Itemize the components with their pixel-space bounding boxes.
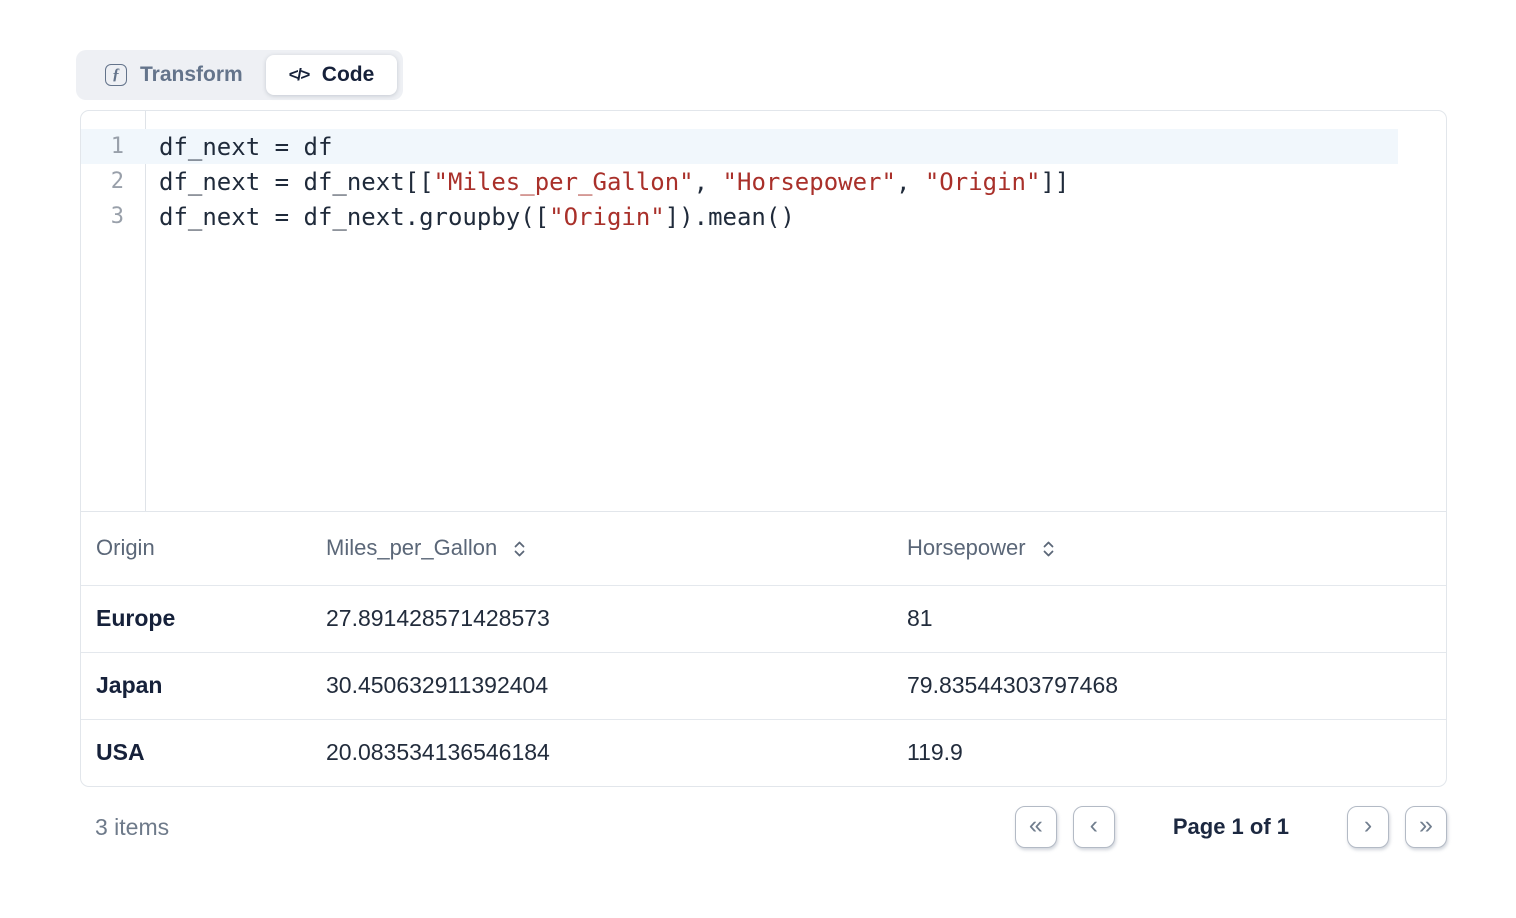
code-text: df_next = df	[146, 133, 332, 161]
code-icon: </>	[289, 65, 309, 85]
prev-page-button[interactable]: ‹	[1073, 806, 1115, 848]
tab-code[interactable]: </> Code	[266, 55, 398, 95]
tab-bar: ƒ Transform </> Code	[76, 50, 403, 100]
value-cell: 20.083534136546184	[311, 719, 892, 786]
first-page-button[interactable]: «	[1015, 806, 1057, 848]
tab-transform[interactable]: ƒ Transform	[82, 55, 266, 95]
code-text: df_next = df_next.groupby(["Origin"]).me…	[146, 203, 795, 231]
table-body: Europe27.89142857142857381Japan30.450632…	[81, 585, 1446, 786]
last-page-button[interactable]: »	[1405, 806, 1447, 848]
sort-icon[interactable]	[512, 540, 527, 558]
result-table: Origin Miles_per_Gallon	[81, 512, 1446, 786]
code-line[interactable]: 3df_next = df_next.groupby(["Origin"]).m…	[81, 199, 1446, 234]
double-chevron-right-icon: »	[1419, 813, 1433, 842]
tab-transform-label: Transform	[140, 63, 243, 87]
next-page-button[interactable]: ›	[1347, 806, 1389, 848]
line-number: 3	[81, 204, 146, 229]
value-cell: 81	[892, 585, 1446, 652]
tab-code-label: Code	[322, 63, 375, 87]
code-editor[interactable]: 1df_next = df2df_next = df_next[["Miles_…	[81, 111, 1446, 512]
table-row: Japan30.45063291139240479.83544303797468	[81, 652, 1446, 719]
items-count: 3 items	[80, 814, 169, 841]
code-line[interactable]: 1df_next = df	[81, 129, 1398, 164]
function-icon: ƒ	[105, 64, 127, 86]
origin-cell: Japan	[81, 652, 311, 719]
code-lines: 1df_next = df2df_next = df_next[["Miles_…	[81, 129, 1446, 234]
column-label: Origin	[96, 535, 155, 561]
value-cell: 119.9	[892, 719, 1446, 786]
line-number: 2	[81, 169, 146, 194]
double-chevron-left-icon: «	[1029, 813, 1043, 842]
column-header-origin: Origin	[81, 512, 311, 585]
table-row: Europe27.89142857142857381	[81, 585, 1446, 652]
code-text: df_next = df_next[["Miles_per_Gallon", "…	[146, 168, 1069, 196]
table-header-row: Origin Miles_per_Gallon	[81, 512, 1446, 585]
code-line[interactable]: 2df_next = df_next[["Miles_per_Gallon", …	[81, 164, 1446, 199]
chevron-right-icon: ›	[1364, 813, 1372, 842]
value-cell: 30.450632911392404	[311, 652, 892, 719]
table-row: USA20.083534136546184119.9	[81, 719, 1446, 786]
sort-icon[interactable]	[1041, 540, 1056, 558]
origin-cell: Europe	[81, 585, 311, 652]
value-cell: 79.83544303797468	[892, 652, 1446, 719]
column-label: Miles_per_Gallon	[326, 535, 497, 561]
chevron-left-icon: ‹	[1090, 813, 1098, 842]
column-header-miles-per-gallon[interactable]: Miles_per_Gallon	[311, 512, 892, 585]
column-header-horsepower[interactable]: Horsepower	[892, 512, 1446, 585]
footer: 3 items « ‹ Page 1 of 1 › »	[80, 797, 1447, 857]
line-number: 1	[81, 134, 146, 159]
pagination: « ‹ Page 1 of 1 › »	[1015, 806, 1447, 848]
page-indicator: Page 1 of 1	[1173, 814, 1289, 840]
column-label: Horsepower	[907, 535, 1026, 561]
transform-panel: 1df_next = df2df_next = df_next[["Miles_…	[80, 110, 1447, 787]
origin-cell: USA	[81, 719, 311, 786]
value-cell: 27.891428571428573	[311, 585, 892, 652]
